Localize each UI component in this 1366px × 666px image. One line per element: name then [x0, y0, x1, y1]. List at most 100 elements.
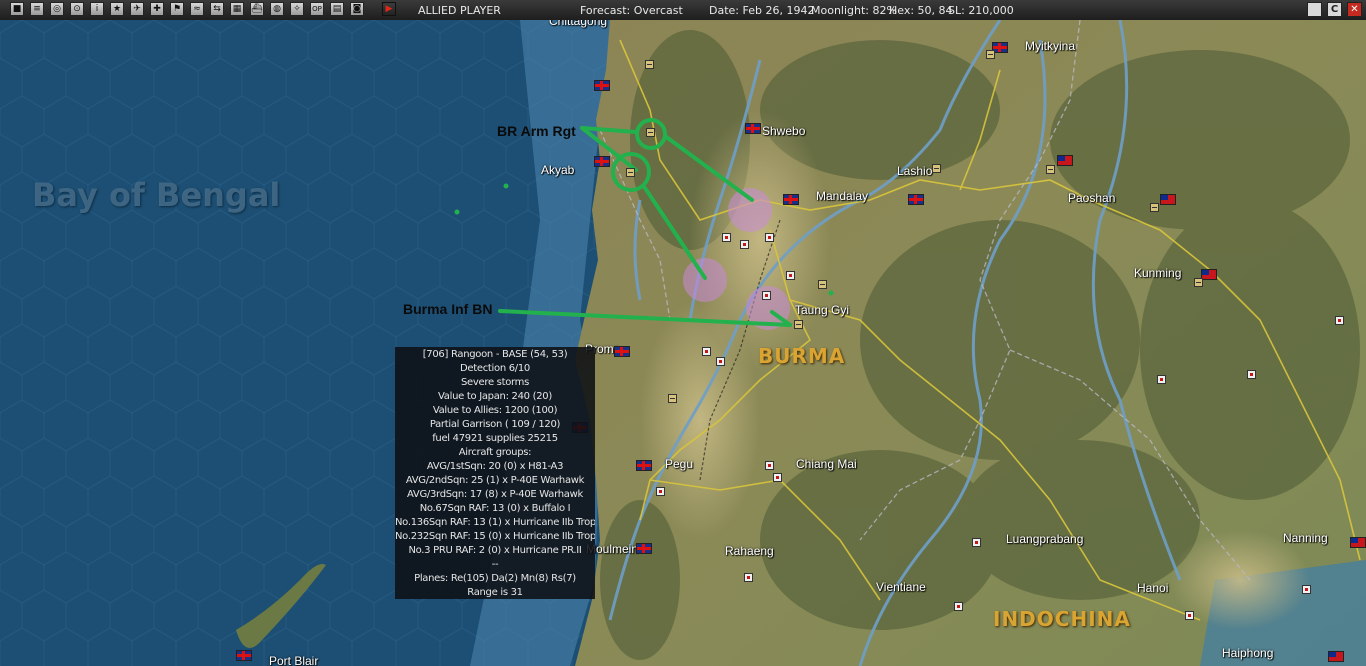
end-turn-icon[interactable]: ▶	[382, 2, 396, 16]
base-marker[interactable]	[722, 233, 731, 242]
chart-icon[interactable]: ▦	[230, 2, 244, 16]
base-marker[interactable]	[762, 291, 771, 300]
uk-flag-icon[interactable]	[594, 156, 610, 167]
china-flag-icon[interactable]	[1160, 194, 1176, 205]
china-flag-icon[interactable]	[1057, 155, 1073, 166]
info-icon[interactable]: i	[90, 2, 104, 16]
unit-marker[interactable]	[626, 168, 635, 177]
label-vientiane: Vientiane	[876, 580, 926, 594]
info-line: Aircraft groups:	[458, 447, 532, 458]
label-rahaeng: Rahaeng	[725, 544, 774, 558]
info-line: No.67Sqn RAF: 13 (0) x Buffalo I	[419, 503, 571, 514]
base-marker[interactable]	[1185, 611, 1194, 620]
unit-marker[interactable]	[646, 128, 655, 137]
base-marker[interactable]	[954, 602, 963, 611]
uk-flag-icon[interactable]	[908, 194, 924, 205]
tracker-icon[interactable]: ✧	[290, 2, 304, 16]
flag-icon[interactable]: ⚑	[170, 2, 184, 16]
route-icon[interactable]: ⇆	[210, 2, 224, 16]
region-burma: BURMA	[758, 344, 846, 368]
options-icon[interactable]: ◙	[350, 2, 364, 16]
label-pegu: Pegu	[665, 457, 694, 471]
base-marker[interactable]	[972, 538, 981, 547]
base-marker[interactable]	[786, 271, 795, 280]
base-marker[interactable]	[744, 573, 753, 582]
ship-icon[interactable]: ✚	[150, 2, 164, 16]
star-icon[interactable]: ★	[110, 2, 124, 16]
globe-icon[interactable]: ◍	[270, 2, 284, 16]
china-flag-icon[interactable]	[1328, 651, 1344, 662]
op-icon[interactable]: OP	[310, 2, 324, 16]
china-flag-icon[interactable]	[1350, 537, 1366, 548]
uk-flag-icon[interactable]	[636, 460, 652, 471]
player-label: ALLIED PLAYER	[418, 4, 501, 17]
unit-marker[interactable]	[1194, 278, 1203, 287]
uk-flag-icon[interactable]	[745, 123, 761, 134]
label-myitkyina: Myitkyina	[1025, 39, 1076, 53]
uk-flag-icon[interactable]	[236, 650, 252, 661]
uk-flag-icon[interactable]	[636, 543, 652, 554]
uk-flag-icon[interactable]	[783, 194, 799, 205]
base-marker[interactable]	[1247, 370, 1256, 379]
label-portblair: Port Blair	[269, 654, 319, 666]
unit-marker[interactable]	[645, 60, 654, 69]
base-info-panel: [706] Rangoon - BASE (54, 53) Detection 6…	[395, 347, 595, 599]
uk-flag-icon[interactable]	[614, 346, 630, 357]
supply-level-label: SL: 210,000	[948, 4, 1014, 17]
center-button[interactable]: C	[1327, 2, 1342, 17]
info-line: Planes: Re(105) Da(2) Mn(8) Rs(7)	[414, 573, 576, 584]
base-marker[interactable]	[1335, 316, 1344, 325]
label-nanning: Nanning	[1283, 531, 1328, 545]
label-taunggyi: Taung Gyi	[795, 303, 850, 317]
info-line: Value to Allies: 1200 (100)	[432, 405, 558, 416]
info-line: Detection 6/10	[459, 363, 530, 374]
label-luangprabang: Luangprabang	[1006, 532, 1084, 546]
label-chiangmai: Chiang Mai	[796, 457, 857, 471]
info-line: Range is 31	[467, 587, 523, 598]
china-flag-icon[interactable]	[1201, 269, 1217, 280]
replay-icon[interactable]: ⊙	[70, 2, 84, 16]
moonlight-label: Moonlight: 82%	[811, 4, 897, 17]
aircraft-icon[interactable]: ✈	[130, 2, 144, 16]
base-marker[interactable]	[740, 240, 749, 249]
strategic-map[interactable]: Bay of Bengal BURMA INDOCHINA Chittagong…	[0, 20, 1366, 666]
flag-window-icon[interactable]	[1307, 2, 1322, 17]
info-line: fuel 47921 supplies 25215	[432, 433, 558, 444]
unit-marker[interactable]	[1046, 165, 1055, 174]
label-shwebo: Shwebo	[762, 124, 806, 138]
base-marker[interactable]	[765, 461, 774, 470]
boat-icon[interactable]: ⛴	[250, 2, 264, 16]
info-line: AVG/2ndSqn: 25 (1) x P-40E Warhawk	[405, 475, 585, 486]
label-lashio: Lashio	[897, 164, 933, 178]
menu-icon[interactable]: ■	[10, 2, 24, 16]
map-icon[interactable]: ▤	[330, 2, 344, 16]
base-marker[interactable]	[702, 347, 711, 356]
annotation-burma-inf-bn: Burma Inf BN	[403, 301, 493, 317]
base-marker[interactable]	[773, 473, 782, 482]
base-marker[interactable]	[1157, 375, 1166, 384]
terrain-icon[interactable]: ≈	[190, 2, 204, 16]
label-paoshan: Paoshan	[1068, 191, 1116, 205]
turn-icon[interactable]: ◎	[50, 2, 64, 16]
unit-marker[interactable]	[794, 320, 803, 329]
base-marker[interactable]	[1302, 585, 1311, 594]
base-marker[interactable]	[716, 357, 725, 366]
info-line: [706] Rangoon - BASE (54, 53)	[422, 349, 568, 360]
uk-flag-icon[interactable]	[594, 80, 610, 91]
info-line: --	[491, 559, 499, 570]
base-marker[interactable]	[656, 487, 665, 496]
unit-marker[interactable]	[986, 50, 995, 59]
close-button[interactable]: ✕	[1347, 2, 1362, 17]
hex-label: Hex: 50, 84	[889, 4, 953, 17]
info-line: No.232Sqn RAF: 15 (0) x Hurricane IIb Tr…	[395, 531, 595, 542]
info-line: Severe storms	[460, 377, 530, 388]
unit-marker[interactable]	[932, 164, 941, 173]
unit-marker[interactable]	[818, 280, 827, 289]
sea-label: Bay of Bengal	[32, 176, 281, 214]
unit-marker[interactable]	[1150, 203, 1159, 212]
base-marker[interactable]	[765, 233, 774, 242]
forecast-label: Forecast: Overcast	[580, 4, 683, 17]
info-line: Value to Japan: 240 (20)	[438, 391, 552, 402]
unit-marker[interactable]	[668, 394, 677, 403]
report-icon[interactable]: ≡	[30, 2, 44, 16]
